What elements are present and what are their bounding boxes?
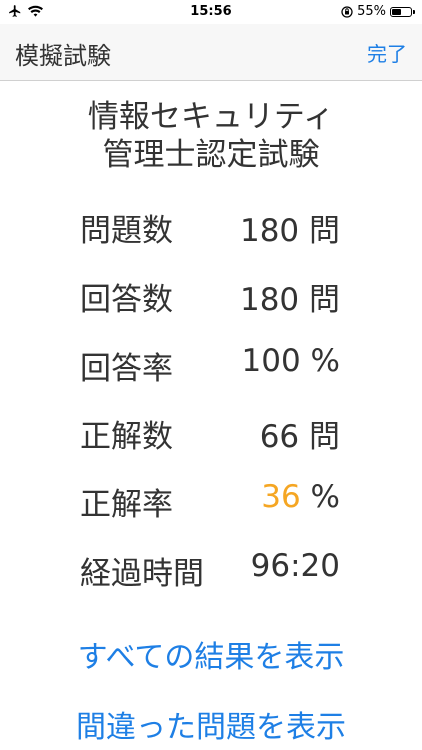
stat-correct-rate: 正解率 36 % <box>0 479 422 523</box>
exam-title: 情報セキュリティ 管理士認定試験 <box>0 98 422 174</box>
status-bar: 15:56 55% <box>0 0 422 24</box>
stat-label: 正解数 <box>80 419 173 455</box>
battery-icon <box>390 6 415 17</box>
show-wrong-answers-button[interactable]: 間違った問題を表示 <box>0 702 422 746</box>
nav-bar: 模擬試験 完了 <box>0 24 422 81</box>
stat-correct-count: 正解数 66 問 <box>0 411 422 455</box>
stat-answer-count: 回答数 180 問 <box>0 274 422 318</box>
stat-label: 回答率 <box>80 351 173 387</box>
stat-label: 経過時間 <box>80 556 204 592</box>
exam-title-line1: 情報セキュリティ <box>87 99 335 135</box>
stat-answer-rate: 回答率 100 % <box>0 343 422 387</box>
status-right: 55% <box>341 4 415 19</box>
exam-title-line2: 管理士認定試験 <box>102 137 320 173</box>
stat-question-count: 問題数 180 問 <box>0 205 422 249</box>
stat-value: 100 % <box>241 343 341 379</box>
battery-percent: 55% <box>357 4 386 19</box>
done-button[interactable]: 完了 <box>367 38 407 67</box>
stat-value: 96:20 <box>250 548 340 584</box>
stat-value: 66 問 <box>259 419 340 455</box>
stat-value: 180 問 <box>239 213 340 249</box>
orientation-lock-icon <box>341 5 353 18</box>
stat-label: 正解率 <box>80 487 173 523</box>
nav-title: 模擬試験 <box>15 42 111 70</box>
stat-elapsed-time: 経過時間 96:20 <box>0 548 422 592</box>
stat-label: 問題数 <box>80 213 173 249</box>
stat-value: 180 問 <box>239 282 340 318</box>
battery-fill <box>392 8 401 15</box>
stat-value: 36 % <box>261 479 340 515</box>
stat-label: 回答数 <box>80 282 173 318</box>
show-all-results-button[interactable]: すべての結果を表示 <box>0 632 422 676</box>
